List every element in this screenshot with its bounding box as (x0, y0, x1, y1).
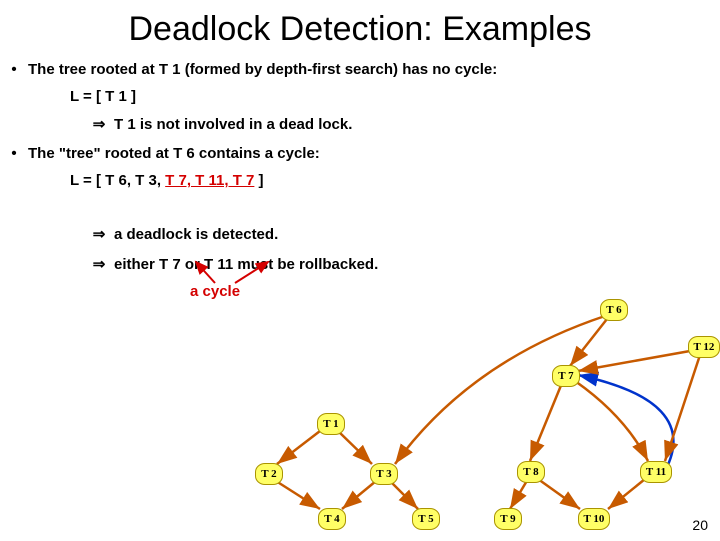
implication-2: ⇒ a deadlock is detected. (90, 225, 720, 243)
bullet-dot-icon: • (0, 145, 28, 162)
graph-node-T9: T 9 (494, 508, 522, 530)
implication-1: ⇒ T 1 is not involved in a dead lock. (90, 115, 720, 133)
graph-node-T11: T 11 (640, 461, 672, 483)
bullet-2: • The "tree" rooted at T 6 contains a cy… (0, 145, 720, 162)
graph-node-T8: T 8 (517, 461, 545, 483)
list-L1: L = [ T 1 ] (70, 88, 720, 105)
page-title: Deadlock Detection: Examples (0, 0, 720, 55)
bullet-1-text: The tree rooted at T 1 (formed by depth-… (28, 61, 497, 78)
graph-node-T5: T 5 (412, 508, 440, 530)
graph-node-T10: T 10 (578, 508, 610, 530)
implication-1-text: T 1 is not involved in a dead lock. (114, 116, 352, 133)
graph-node-T3: T 3 (370, 463, 398, 485)
implies-icon: ⇒ (90, 225, 108, 243)
page-number: 20 (692, 517, 708, 533)
bullet-1: • The tree rooted at T 1 (formed by dept… (0, 61, 720, 78)
bullet-2-text: The "tree" rooted at T 6 contains a cycl… (28, 145, 320, 162)
slide-content: • The tree rooted at T 1 (formed by dept… (0, 61, 720, 541)
graph-node-T2: T 2 (255, 463, 283, 485)
implies-icon: ⇒ (90, 255, 108, 273)
implication-2-text: a deadlock is detected. (114, 226, 278, 243)
implication-3: ⇒ either T 7 or T 11 must be rollbacked. (90, 255, 720, 273)
graph-node-T6: T 6 (600, 299, 628, 321)
list-L2-a: L = [ T 6, T 3, (70, 172, 165, 189)
graph-node-T1: T 1 (317, 413, 345, 435)
cycle-label: a cycle (190, 283, 240, 300)
graph-node-T4: T 4 (318, 508, 346, 530)
bullet-dot-icon: • (0, 61, 28, 78)
implies-icon: ⇒ (90, 115, 108, 133)
graph-node-T7: T 7 (552, 365, 580, 387)
graph-node-T12: T 12 (688, 336, 720, 358)
list-L2-cycle-part: T 7, T 11, T 7 (165, 172, 254, 189)
list-L2-c: ] (254, 172, 263, 189)
list-L2: L = [ T 6, T 3, T 7, T 11, T 7 ] (70, 172, 720, 189)
implication-3-text: either T 7 or T 11 must be rollbacked. (114, 256, 378, 273)
